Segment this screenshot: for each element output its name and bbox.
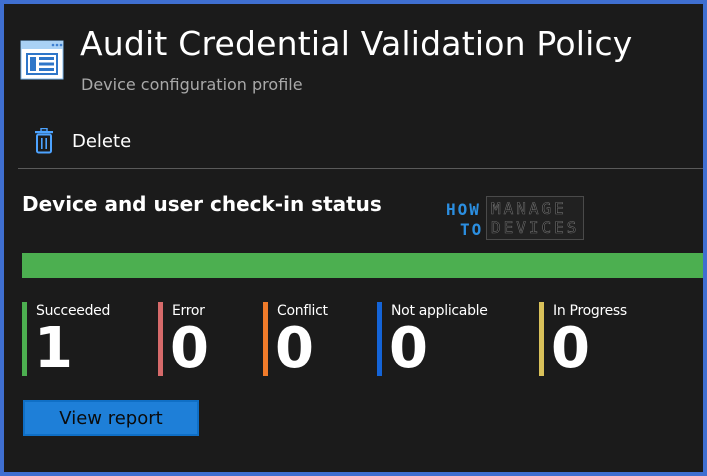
stat-conflict-color-bar — [263, 302, 268, 376]
checkin-progress-bar — [22, 253, 703, 278]
stat-not-applicable-color-bar — [377, 302, 382, 376]
stat-in-progress-color-bar — [539, 302, 544, 376]
stat-in-progress-value: 0 — [551, 316, 590, 381]
watermark-devices: DEVICES — [491, 218, 580, 238]
delete-button[interactable]: Delete — [34, 126, 131, 156]
checkin-status-heading: Device and user check-in status — [22, 192, 382, 216]
howtomanagedevices-watermark: HOW TO MANAGE DEVICES — [444, 194, 589, 242]
stat-succeeded-color-bar — [22, 302, 27, 376]
page-header: Audit Credential Validation Policy Devic… — [18, 22, 698, 102]
watermark-box: MANAGE DEVICES — [486, 196, 584, 240]
stat-error-color-bar — [158, 302, 163, 376]
trash-icon — [35, 128, 53, 154]
stat-succeeded-value: 1 — [34, 316, 73, 381]
view-report-button[interactable]: View report — [23, 400, 199, 436]
stat-not-applicable-value: 0 — [389, 316, 428, 381]
stat-conflict-value: 0 — [275, 316, 314, 381]
stat-error-value: 0 — [170, 316, 209, 381]
page-title: Audit Credential Validation Policy — [80, 24, 633, 63]
watermark-manage: MANAGE — [491, 199, 567, 219]
profile-window-icon — [20, 40, 64, 80]
command-bar: Delete — [18, 122, 703, 169]
watermark-to: TO — [460, 220, 484, 239]
delete-label: Delete — [72, 130, 132, 152]
page-subtitle: Device configuration profile — [81, 75, 303, 94]
app-frame: Audit Credential Validation Policy Devic… — [0, 0, 707, 476]
checkin-progress-fill — [22, 253, 703, 278]
watermark-how: HOW — [446, 200, 481, 219]
